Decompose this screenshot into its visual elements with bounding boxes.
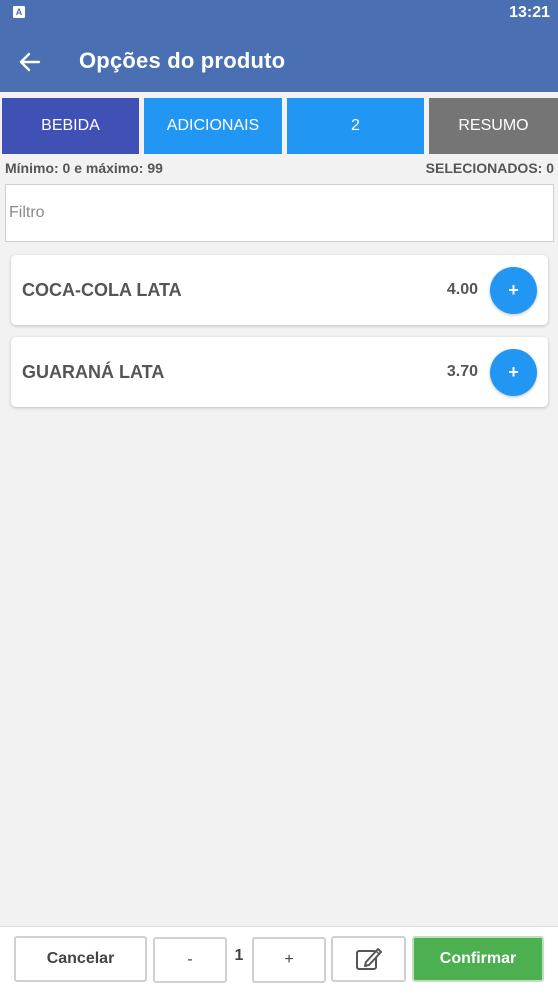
edit-note-icon [355, 948, 382, 970]
bottom-action-bar: Cancelar - 1 + Confirmar [0, 926, 558, 994]
add-product-button[interactable]: + [490, 267, 537, 314]
product-price: 4.00 [446, 281, 478, 298]
cancel-button[interactable]: Cancelar [14, 936, 147, 982]
tab-adicionais[interactable]: ADICIONAIS [144, 98, 282, 154]
app-notification-icon: A [13, 6, 25, 18]
arrow-left-icon [19, 52, 41, 72]
options-tabs: BEBIDA ADICIONAIS 2 RESUMO [0, 92, 558, 154]
confirm-button[interactable]: Confirmar [412, 936, 544, 982]
status-clock: 13:21 [509, 4, 550, 21]
min-max-label: Mínimo: 0 e máximo: 99 [5, 160, 163, 176]
selection-info: Mínimo: 0 e máximo: 99 SELECIONADOS: 0 [0, 158, 558, 178]
decrease-quantity-button[interactable]: - [153, 937, 227, 983]
page-title: Opções do produto [79, 48, 286, 73]
filter-input[interactable] [5, 184, 554, 242]
product-card[interactable]: GUARANÁ LATA 3.70 + [11, 337, 548, 407]
increase-quantity-button[interactable]: + [252, 937, 326, 983]
add-product-button[interactable]: + [490, 349, 537, 396]
app-bar: Opções do produto [0, 26, 558, 92]
tab-bebida[interactable]: BEBIDA [2, 98, 139, 154]
edit-note-button[interactable] [331, 936, 406, 982]
product-price: 3.70 [446, 363, 478, 380]
product-name: COCA-COLA LATA [22, 280, 182, 300]
back-button[interactable] [14, 46, 46, 78]
tab-resumo[interactable]: RESUMO [429, 98, 558, 154]
selected-count-label: SELECIONADOS: 0 [425, 160, 554, 176]
product-card[interactable]: COCA-COLA LATA 4.00 + [11, 255, 548, 325]
quantity-value: 1 [234, 947, 244, 964]
tab-2[interactable]: 2 [287, 98, 424, 154]
product-name: GUARANÁ LATA [22, 362, 165, 382]
status-bar: A 13:21 [0, 0, 558, 26]
